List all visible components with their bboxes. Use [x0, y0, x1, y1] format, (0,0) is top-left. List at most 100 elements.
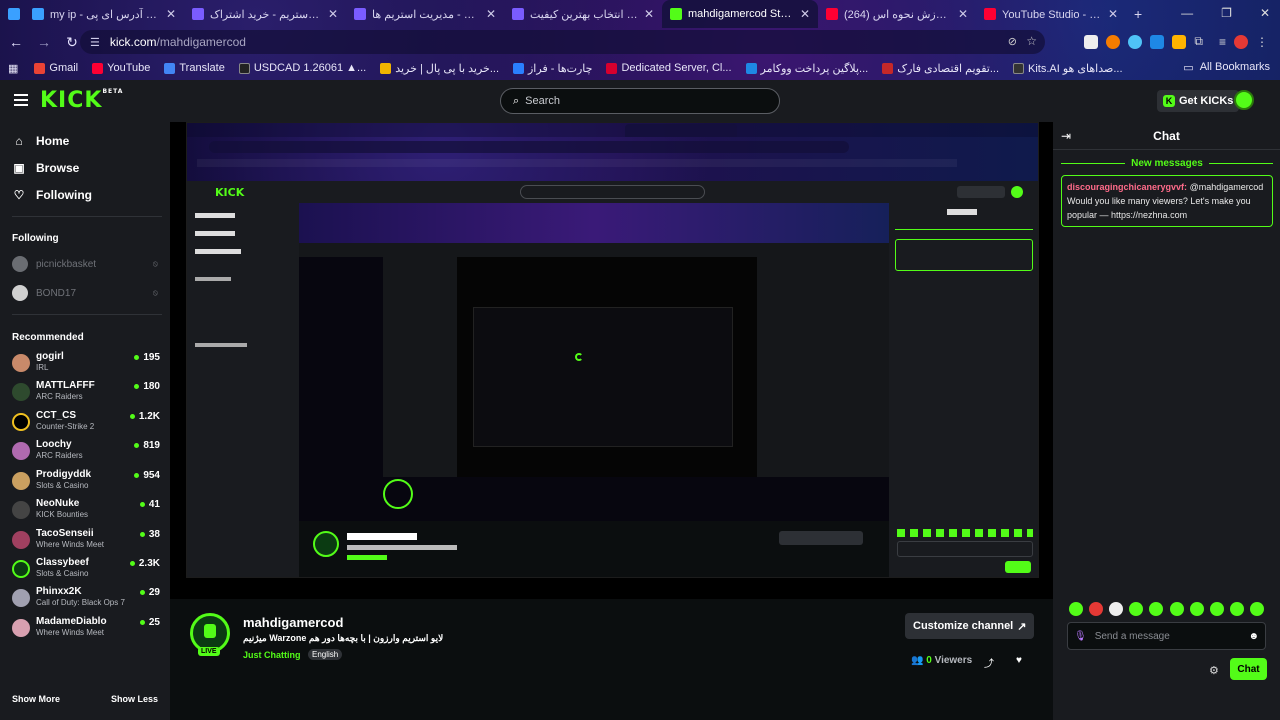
- recommended-item[interactable]: gogirl IRL 195: [12, 351, 160, 377]
- tab-search-button[interactable]: [0, 0, 24, 28]
- category-link[interactable]: Just Chatting: [243, 650, 301, 660]
- kick-logo[interactable]: KICKBETA: [40, 88, 123, 113]
- address-bar[interactable]: ☰ kick.com/mahdigamercod ⊘ ☆: [80, 30, 1045, 54]
- language-tag[interactable]: English: [308, 649, 343, 660]
- bookmark[interactable]: چارت‌ها - فراز: [513, 62, 592, 75]
- tab-4[interactable]: mahdigamercod Stream - Watc✕: [662, 0, 818, 28]
- recommended-item[interactable]: Prodigyddk Slots & Casino 954: [12, 469, 160, 495]
- browse-icon: ▣: [13, 161, 25, 175]
- bookmark[interactable]: Dedicated Server, Cl...: [606, 62, 732, 74]
- search-input[interactable]: ⌕ Search: [500, 88, 780, 114]
- apps-grid-icon[interactable]: ▦: [8, 62, 18, 75]
- bookmark[interactable]: Kits.AI صداهای هو...: [1013, 62, 1123, 75]
- recommended-item[interactable]: Loochy ARC Raiders 819: [12, 439, 160, 465]
- maximize-icon[interactable]: ❐: [1221, 6, 1232, 20]
- customize-channel-button[interactable]: Customize channel ↗: [905, 613, 1035, 639]
- close-icon[interactable]: ✕: [328, 7, 338, 21]
- video-player[interactable]: KICK: [170, 122, 1053, 599]
- share-icon[interactable]: ⤴: [984, 655, 994, 670]
- calendar-icon: [882, 62, 894, 74]
- media-icon[interactable]: ≡: [1219, 35, 1226, 49]
- eye-off-icon[interactable]: ⊘: [1008, 35, 1017, 48]
- close-window-icon[interactable]: ✕: [1260, 6, 1270, 20]
- bookmark[interactable]: YouTube: [92, 62, 150, 74]
- recommended-item[interactable]: MadameDiablo Where Winds Meet 25: [12, 616, 160, 642]
- close-icon[interactable]: ✕: [644, 7, 654, 21]
- minimize-icon[interactable]: —: [1181, 6, 1193, 20]
- all-bookmarks[interactable]: ▭ All Bookmarks: [1183, 61, 1270, 74]
- nested-sidebar: [187, 203, 299, 577]
- close-icon[interactable]: ✕: [166, 7, 176, 21]
- youtube-icon: [92, 62, 104, 74]
- tab-1[interactable]: مستراستریم - خرید اشتراک✕: [184, 0, 346, 28]
- recommended-item[interactable]: TacoSenseii Where Winds Meet 38: [12, 528, 160, 554]
- emote-icon[interactable]: [1129, 602, 1144, 616]
- close-icon[interactable]: ✕: [486, 7, 496, 21]
- emote-icon[interactable]: [1109, 602, 1124, 616]
- show-more-link[interactable]: Show More: [12, 694, 60, 704]
- avatar: [12, 354, 30, 372]
- recommended-item[interactable]: Classybeef Slots & Casino 2.3K: [12, 557, 160, 583]
- chat-username[interactable]: discouragingchicanerygvvf:: [1067, 182, 1187, 192]
- extension-icon[interactable]: [1150, 34, 1165, 49]
- following-item[interactable]: picnickbasket ⦸: [12, 256, 160, 274]
- tab-favicon: [354, 8, 366, 20]
- bookmark[interactable]: پلاگین پرداخت ووکامر...: [745, 62, 868, 75]
- site-info-icon[interactable]: ☰: [90, 36, 100, 49]
- emote-icon[interactable]: [1189, 602, 1204, 616]
- emote-icon[interactable]: [1069, 602, 1083, 616]
- close-icon[interactable]: ✕: [958, 7, 968, 21]
- nav-following[interactable]: ♡ Following: [12, 188, 92, 202]
- bookmark[interactable]: خرید با پی پال | خرید...: [380, 62, 499, 75]
- tab-3[interactable]: تست سرعت و انتخاب بهترین کیفیت✕: [504, 0, 662, 28]
- extension-icon[interactable]: [1084, 34, 1099, 49]
- new-tab-button[interactable]: +: [1126, 0, 1150, 28]
- bookmark[interactable]: Translate: [164, 62, 225, 74]
- recommended-item[interactable]: MATTLAFFF ARC Raiders 180: [12, 380, 160, 406]
- menu-dots-icon[interactable]: ⋮: [1256, 35, 1268, 49]
- emoji-icon[interactable]: ☻: [1248, 631, 1259, 642]
- emote-icon[interactable]: [1089, 602, 1104, 616]
- emote-icon[interactable]: [1249, 602, 1264, 616]
- send-chat-button[interactable]: Chat: [1230, 658, 1267, 680]
- user-avatar[interactable]: [1234, 90, 1254, 110]
- gear-icon[interactable]: ⚙: [1209, 664, 1219, 677]
- emote-icon[interactable]: [1229, 602, 1244, 616]
- close-icon[interactable]: ✕: [800, 7, 810, 21]
- channel-name[interactable]: mahdigamercod: [243, 615, 343, 630]
- nav-browse[interactable]: ▣ Browse: [12, 161, 79, 175]
- tab-2[interactable]: مستراستریم - مدیریت استریم ها✕: [346, 0, 504, 28]
- show-less-link[interactable]: Show Less: [111, 694, 158, 704]
- puzzle-icon[interactable]: ⧉: [1194, 34, 1203, 49]
- back-arrow-icon[interactable]: ←: [4, 34, 28, 50]
- address-row: ← → ↻ ☰ kick.com/mahdigamercod ⊘ ☆ ⧉ ≡ ⋮: [0, 28, 1280, 56]
- forward-arrow-icon[interactable]: →: [32, 34, 56, 50]
- chat-input[interactable]: 🎙 Send a message ☻: [1067, 622, 1266, 650]
- star-icon[interactable]: ☆: [1026, 34, 1037, 48]
- recommended-item[interactable]: CCT_CS Counter-Strike 2 1.2K: [12, 410, 160, 436]
- close-icon[interactable]: ✕: [1108, 7, 1118, 21]
- get-kicks-button[interactable]: K Get KICKs: [1157, 90, 1240, 112]
- nav-home[interactable]: ⌂ Home: [12, 134, 69, 148]
- bookmark[interactable]: Gmail: [34, 62, 78, 74]
- bookmark[interactable]: تقویم اقتصادی فارک...: [882, 62, 999, 75]
- tab-6[interactable]: YouTube Studio - جاری‌شاری زنده✕: [976, 0, 1126, 28]
- microphone-icon[interactable]: 🎙: [1074, 631, 1087, 642]
- recommended-item[interactable]: Phinxx2K Call of Duty: Black Ops 7 29: [12, 586, 160, 612]
- emote-icon[interactable]: [1169, 602, 1184, 616]
- show-more-less: Show More Show Less: [12, 694, 158, 704]
- follow-icon[interactable]: ♥: [1016, 655, 1022, 666]
- profile-icon[interactable]: [1234, 34, 1248, 49]
- tab-0[interactable]: my ip - آی پی من - آدرس ای پی✕: [24, 0, 184, 28]
- bookmark[interactable]: USDCAD 1.26061 ▲...: [238, 62, 366, 74]
- avatar: [12, 442, 30, 460]
- emote-icon[interactable]: [1209, 602, 1224, 616]
- extension-icon[interactable]: [1172, 34, 1187, 49]
- emote-icon[interactable]: [1149, 602, 1164, 616]
- tab-5[interactable]: (264) معرفی و آموزش نحوه اس✕: [818, 0, 976, 28]
- extension-icon[interactable]: [1106, 34, 1121, 49]
- hamburger-menu-icon[interactable]: [14, 94, 28, 109]
- following-item[interactable]: BOND17 ⦸: [12, 285, 160, 303]
- recommended-item[interactable]: NeoNuke KICK Bounties 41: [12, 498, 160, 524]
- extension-icon[interactable]: [1128, 34, 1143, 49]
